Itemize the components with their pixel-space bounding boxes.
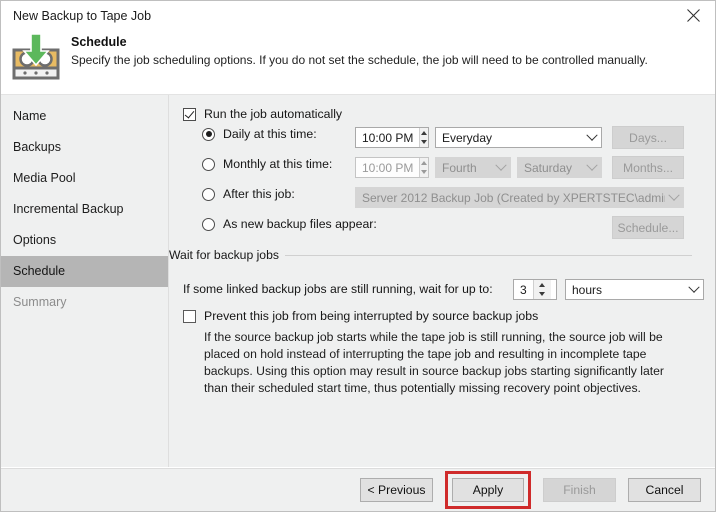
- page-title: Schedule: [71, 35, 127, 49]
- spin-down-icon[interactable]: [534, 290, 551, 300]
- daily-frequency-combo[interactable]: Everyday: [435, 127, 602, 148]
- close-icon[interactable]: [671, 1, 715, 30]
- sidebar-item-options[interactable]: Options: [1, 225, 168, 256]
- monthly-option-row[interactable]: Monthly at this time:: [202, 157, 332, 171]
- apply-button[interactable]: Apply: [452, 477, 524, 502]
- wait-up-to-label: If some linked backup jobs are still run…: [183, 282, 493, 296]
- chevron-down-icon: [665, 189, 683, 202]
- wizard-step-sidebar: Name Backups Media Pool Incremental Back…: [1, 95, 169, 467]
- monthly-day-value: Saturday: [524, 160, 573, 175]
- chevron-down-icon: [583, 129, 601, 142]
- wait-unit-combo[interactable]: hours: [565, 279, 704, 300]
- wait-unit-value: hours: [572, 282, 603, 297]
- schedule-form: Run the job automatically Daily at this …: [169, 95, 715, 467]
- spin-up-icon[interactable]: [420, 128, 428, 138]
- spin-down-icon[interactable]: [420, 138, 428, 148]
- wait-group-legend: Wait for backup jobs: [169, 248, 279, 262]
- wait-for-backup-jobs-group-label: Wait for backup jobs: [169, 248, 692, 262]
- dialog-footer: < Previous Apply Finish Cancel: [1, 467, 715, 511]
- after-job-combo: Server 2012 Backup Job (Created by XPERT…: [355, 187, 684, 208]
- dialog-body: Name Backups Media Pool Incremental Back…: [1, 94, 715, 467]
- chevron-down-icon: [583, 159, 601, 172]
- prevent-interrupt-row[interactable]: Prevent this job from being interrupted …: [183, 303, 538, 329]
- chevron-down-icon: [685, 281, 703, 294]
- tape-backup-icon: [12, 33, 60, 82]
- spin-up-icon[interactable]: [534, 280, 551, 290]
- monthly-week-value: Fourth: [442, 160, 477, 175]
- title-bar: New Backup to Tape Job: [1, 1, 715, 31]
- daily-time-value: 10:00 PM: [362, 130, 414, 145]
- previous-button[interactable]: < Previous: [360, 477, 433, 502]
- daily-time-spinner[interactable]: 10:00 PM: [355, 127, 429, 148]
- monthly-radio[interactable]: [202, 157, 215, 171]
- spin-down-icon: [420, 168, 428, 178]
- months-button: Months...: [612, 156, 684, 179]
- wait-value: 3: [520, 282, 527, 297]
- run-automatically-row[interactable]: Run the job automatically: [183, 101, 342, 127]
- schedule-button-wrap: Schedule...: [612, 216, 684, 239]
- apply-button-highlight: Apply: [445, 470, 531, 509]
- days-button: Days...: [612, 126, 684, 149]
- months-button-wrap: Months...: [612, 156, 684, 179]
- dialog-header: Schedule Specify the job scheduling opti…: [1, 31, 715, 94]
- after-job-value: Server 2012 Backup Job (Created by XPERT…: [362, 190, 665, 205]
- prevent-interrupt-label: Prevent this job from being interrupted …: [204, 309, 539, 323]
- daily-time-spin-buttons[interactable]: [419, 128, 428, 147]
- prevent-interrupt-description: If the source backup job starts while th…: [204, 330, 664, 395]
- prevent-interrupt-checkbox[interactable]: [183, 309, 196, 323]
- monthly-label: Monthly at this time:: [223, 157, 333, 171]
- after-job-option-row[interactable]: After this job:: [202, 187, 295, 201]
- monthly-week-combo: Fourth: [435, 157, 511, 178]
- spin-up-icon: [420, 158, 428, 168]
- daily-radio[interactable]: [202, 127, 215, 141]
- sidebar-item-schedule[interactable]: Schedule: [1, 256, 168, 287]
- after-job-label: After this job:: [223, 187, 295, 201]
- wait-value-spinner[interactable]: 3: [513, 279, 557, 300]
- finish-button: Finish: [543, 477, 616, 502]
- days-button-wrap[interactable]: Days...: [612, 126, 684, 149]
- daily-label: Daily at this time:: [223, 127, 317, 141]
- run-automatically-label: Run the job automatically: [204, 107, 343, 121]
- new-backup-to-tape-job-dialog: New Backup to Tape Job Schedule Specify …: [0, 0, 716, 512]
- monthly-time-value: 10:00 PM: [362, 160, 414, 175]
- monthly-day-combo: Saturday: [517, 157, 602, 178]
- sidebar-item-incremental-backup[interactable]: Incremental Backup: [1, 194, 168, 225]
- after-job-radio[interactable]: [202, 187, 215, 201]
- monthly-time-spinner: 10:00 PM: [355, 157, 429, 178]
- run-automatically-checkbox[interactable]: [183, 107, 196, 121]
- monthly-time-spin-buttons: [419, 158, 428, 177]
- cancel-button[interactable]: Cancel: [628, 477, 701, 502]
- as-new-files-radio[interactable]: [202, 217, 215, 231]
- group-divider: [284, 254, 692, 256]
- sidebar-item-backups[interactable]: Backups: [1, 132, 168, 163]
- page-description: Specify the job scheduling options. If y…: [71, 53, 648, 67]
- daily-frequency-value: Everyday: [442, 130, 493, 145]
- wait-spin-buttons[interactable]: [532, 280, 551, 300]
- schedule-button: Schedule...: [612, 216, 684, 239]
- as-new-files-label: As new backup files appear:: [223, 217, 377, 231]
- sidebar-item-summary: Summary: [13, 295, 67, 309]
- header-text-block: Schedule Specify the job scheduling opti…: [71, 35, 648, 67]
- sidebar-item-media-pool[interactable]: Media Pool: [1, 163, 168, 194]
- window-title: New Backup to Tape Job: [13, 9, 152, 23]
- chevron-down-icon: [492, 159, 510, 172]
- sidebar-item-name[interactable]: Name: [1, 101, 168, 132]
- daily-option-row[interactable]: Daily at this time:: [202, 127, 317, 141]
- as-new-files-option-row[interactable]: As new backup files appear:: [202, 217, 377, 231]
